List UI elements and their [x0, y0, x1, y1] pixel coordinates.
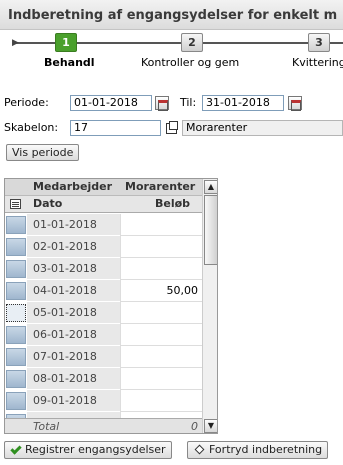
register-button[interactable]: Registrer engangsydelser: [4, 441, 172, 459]
wizard-step-3-label: Kvittering: [292, 56, 343, 69]
vertical-scrollbar[interactable]: ▲ ▼: [202, 179, 217, 433]
header-amount[interactable]: Beløb: [155, 196, 190, 213]
total-label: Total: [33, 420, 60, 433]
scroll-thumb[interactable]: [204, 195, 217, 265]
grid-settings-icon[interactable]: [10, 199, 21, 209]
row-selector[interactable]: [6, 348, 26, 366]
total-value: 0: [191, 420, 198, 433]
template-name-field: Morarenter: [182, 120, 343, 136]
wizard-step-1[interactable]: 1: [55, 33, 77, 52]
wizard-step-1-label: Behandl: [44, 56, 95, 69]
period-from-calendar-icon[interactable]: [155, 96, 169, 111]
table-row[interactable]: 07-01-2018: [5, 346, 202, 368]
date-cell: 04-01-2018: [27, 280, 120, 302]
date-cell: 05-01-2018: [27, 302, 120, 324]
wizard-step-2[interactable]: 2: [181, 33, 203, 52]
amount-cell[interactable]: 50,00: [120, 280, 202, 302]
amount-cell[interactable]: [120, 236, 202, 258]
row-selector[interactable]: [6, 304, 26, 322]
template-lookup-icon[interactable]: [166, 121, 178, 134]
row-selector[interactable]: [6, 370, 26, 388]
header-morarenter[interactable]: Morarenter: [125, 179, 195, 196]
row-selector[interactable]: [6, 326, 26, 344]
amount-cell[interactable]: [120, 258, 202, 280]
table-row[interactable]: 09-01-2018: [5, 390, 202, 412]
wizard-start-arrow-icon: ▶: [12, 38, 19, 48]
row-selector[interactable]: [6, 216, 26, 234]
show-period-button[interactable]: Vis periode: [6, 144, 80, 161]
wizard-step-3[interactable]: 3: [308, 33, 330, 52]
row-selector[interactable]: [6, 260, 26, 278]
date-cell: 01-01-2018: [27, 214, 120, 236]
grid-header-top: Medarbejder Morarenter: [5, 179, 202, 196]
period-from-input[interactable]: 01-01-2018: [70, 95, 152, 111]
table-row[interactable]: 01-01-2018: [5, 214, 202, 236]
table-row[interactable]: 03-01-2018: [5, 258, 202, 280]
scroll-down-icon[interactable]: ▼: [204, 419, 217, 433]
header-date[interactable]: Dato: [33, 196, 62, 213]
period-label: Periode:: [4, 96, 49, 109]
date-cell: 02-01-2018: [27, 236, 120, 258]
amount-cell[interactable]: [120, 346, 202, 368]
template-code-input[interactable]: 17: [70, 120, 161, 136]
amount-cell[interactable]: [120, 214, 202, 236]
amount-cell[interactable]: [120, 368, 202, 390]
grid-corner[interactable]: [5, 196, 27, 213]
scroll-up-icon[interactable]: ▲: [204, 180, 217, 194]
amount-cell[interactable]: [120, 324, 202, 346]
date-cell: 03-01-2018: [27, 258, 120, 280]
row-selector[interactable]: [6, 282, 26, 300]
wizard-steps: ▶ 1 2 3 Behandl Kontroller og gem Kvitte…: [0, 30, 343, 74]
to-label: Til:: [180, 96, 197, 109]
grid-header-sub: Dato Beløb: [5, 196, 202, 213]
cancel-report-button-label: Fortryd indberetning: [209, 443, 323, 456]
wizard-step-2-label: Kontroller og gem: [141, 56, 240, 69]
table-row[interactable]: 02-01-2018: [5, 236, 202, 258]
date-cell: 06-01-2018: [27, 324, 120, 346]
date-cell: 08-01-2018: [27, 368, 120, 390]
header-employee[interactable]: Medarbejder: [33, 179, 112, 196]
table-row[interactable]: 06-01-2018: [5, 324, 202, 346]
diamond-icon: [194, 444, 205, 455]
period-to-calendar-icon[interactable]: [288, 96, 302, 111]
row-selector[interactable]: [6, 238, 26, 256]
window-title: Indberetning af engangsydelser for enkel…: [0, 0, 343, 30]
amount-cell[interactable]: [120, 390, 202, 412]
table-row[interactable]: 08-01-2018: [5, 368, 202, 390]
total-row: Total 0: [5, 418, 202, 433]
amount-cell[interactable]: [120, 302, 202, 324]
register-button-label: Registrer engangsydelser: [25, 443, 166, 456]
checkmark-icon: [10, 443, 22, 455]
data-grid: Medarbejder Morarenter Dato Beløb 01-01-…: [4, 178, 218, 434]
row-selector[interactable]: [6, 392, 26, 410]
period-to-input[interactable]: 31-01-2018: [202, 95, 284, 111]
cancel-report-button[interactable]: Fortryd indberetning: [187, 441, 329, 459]
date-cell: 09-01-2018: [27, 390, 120, 412]
table-row[interactable]: 04-01-2018 50,00: [5, 280, 202, 302]
template-label: Skabelon:: [4, 121, 59, 134]
table-row[interactable]: 05-01-2018: [5, 302, 202, 324]
date-cell: 07-01-2018: [27, 346, 120, 368]
